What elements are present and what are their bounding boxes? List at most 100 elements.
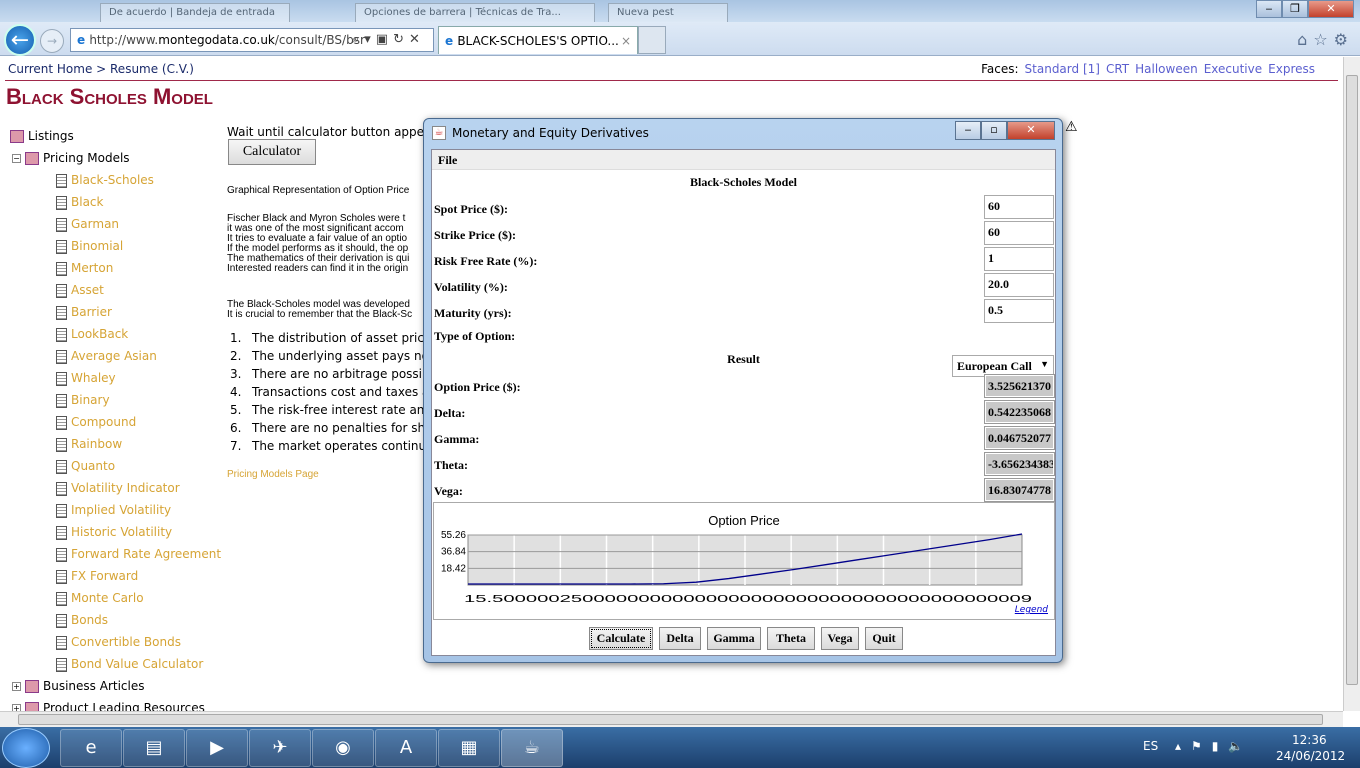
tree-item[interactable]: LookBack — [56, 325, 128, 343]
tree-item[interactable]: Implied Volatility — [56, 501, 171, 519]
tree-item[interactable]: Volatility Indicator — [56, 479, 180, 497]
tree-link: Average Asian — [71, 349, 157, 363]
document-icon — [56, 591, 67, 606]
language-indicator[interactable]: ES — [1143, 739, 1158, 753]
horizontal-scrollbar[interactable] — [0, 711, 1343, 727]
ie-icon: e — [445, 34, 458, 48]
face-halloween[interactable]: Halloween — [1135, 62, 1198, 76]
warning-icon: ⚠ — [1065, 119, 1078, 135]
tree-label: Business Articles — [43, 679, 145, 693]
tree-item[interactable]: Binary — [56, 391, 110, 409]
tree-link: LookBack — [71, 327, 129, 341]
tree-item[interactable]: Merton — [56, 259, 113, 277]
close-button[interactable]: ✕ — [1308, 0, 1354, 18]
button-quit[interactable]: Quit — [865, 627, 903, 650]
field-input[interactable]: 0.5 — [984, 299, 1054, 323]
forward-button[interactable]: → — [40, 29, 64, 53]
tree-item[interactable]: Whaley — [56, 369, 116, 387]
tree-item[interactable]: Convertible Bonds — [56, 633, 181, 651]
tree-item[interactable]: Historic Volatility — [56, 523, 172, 541]
toolbar-icons[interactable]: ⌂☆⚙ — [1297, 30, 1354, 49]
tree-item[interactable]: Garman — [56, 215, 119, 233]
tree-item[interactable]: Average Asian — [56, 347, 157, 365]
minimize-button[interactable]: ‒ — [1256, 0, 1282, 18]
tree-item[interactable]: Rainbow — [56, 435, 122, 453]
button-vega[interactable]: Vega — [821, 627, 859, 650]
tray-icons[interactable]: ▴⚑▮🔈 — [1175, 739, 1255, 753]
tree-item[interactable]: Monte Carlo — [56, 589, 144, 607]
calculator-button[interactable]: Calculator — [228, 139, 316, 165]
list-item: 5. The risk-free interest rate and — [227, 403, 427, 417]
pricing-models-link[interactable]: Pricing Models Page — [227, 469, 319, 480]
ie-taskbar-icon[interactable]: e — [60, 729, 122, 767]
tree-link: Merton — [71, 261, 114, 275]
vertical-scrollbar[interactable] — [1343, 57, 1360, 711]
clock-time[interactable]: 12:36 — [1292, 733, 1327, 747]
field-input[interactable]: 1 — [984, 247, 1054, 271]
field-input[interactable]: 60 — [984, 221, 1054, 245]
close-button[interactable]: ✕ — [1007, 121, 1055, 140]
tree-item[interactable]: FX Forward — [56, 567, 138, 585]
pinned-tab[interactable]: De acuerdo | Bandeja de entrada — [100, 3, 290, 22]
tree-item[interactable]: Quanto — [56, 457, 115, 475]
address-actions-icon[interactable]: ⌕▾▣↻✕ — [352, 32, 425, 47]
calculator-taskbar-icon[interactable]: ▦ — [438, 729, 500, 767]
menu-file[interactable]: File — [432, 150, 1055, 170]
face-executive[interactable]: Executive — [1204, 62, 1262, 76]
pinned-tab[interactable]: Nueva pest — [608, 3, 728, 22]
tree-item[interactable]: Bond Value Calculator — [56, 655, 203, 673]
tree-item[interactable]: Bonds — [56, 611, 108, 629]
tree-item[interactable]: Black — [56, 193, 103, 211]
back-button[interactable]: ← — [4, 24, 36, 56]
faces-links: Faces: Standard [1] CRT Halloween Executive E… — [981, 62, 1315, 76]
result-value: 0.542235068 — [984, 400, 1055, 424]
tree-link: FX Forward — [71, 569, 139, 583]
new-tab-button[interactable] — [638, 26, 666, 54]
tree-link: Implied Volatility — [71, 503, 172, 517]
start-button[interactable] — [2, 728, 50, 768]
face-crt[interactable]: CRT — [1106, 62, 1129, 76]
firefox-taskbar-icon[interactable]: ◉ — [312, 729, 374, 767]
legend-link[interactable]: Legend — [1015, 605, 1048, 615]
tree-item[interactable]: Compound — [56, 413, 136, 431]
explorer-taskbar-icon[interactable]: ▤ — [123, 729, 185, 767]
tree-item[interactable]: Forward Rate Agreement — [56, 545, 221, 563]
java-icon: ☕ — [432, 126, 446, 140]
result-value: 0.046752077 — [984, 426, 1055, 450]
tree-root[interactable]: Listings — [10, 127, 74, 145]
field-input[interactable]: 20.0 — [984, 273, 1054, 297]
tree-group-pricing-models[interactable]: − Pricing Models — [12, 149, 130, 167]
pinned-tab[interactable]: Opciones de barrera | Técnicas de Tra... — [355, 3, 595, 22]
face-standard[interactable]: Standard [1] — [1025, 62, 1100, 76]
media-taskbar-icon[interactable]: ▶ — [186, 729, 248, 767]
tree-group[interactable]: + Product Leading Resources — [12, 699, 205, 711]
field-label: Maturity (yrs): — [434, 306, 512, 320]
button-gamma[interactable]: Gamma — [707, 627, 761, 650]
breadcrumb[interactable]: Current Home > Resume (C.V.) — [8, 62, 194, 76]
tree-item[interactable]: Asset — [56, 281, 104, 299]
maximize-button[interactable]: ❐ — [1282, 0, 1308, 18]
face-express[interactable]: Express — [1268, 62, 1315, 76]
result-value: 3.525621370 — [984, 374, 1055, 398]
tree-item[interactable]: Barrier — [56, 303, 112, 321]
browser-tab[interactable]: e BLACK-SCHOLES'S OPTIO... × — [438, 26, 638, 54]
tab-close-icon[interactable]: × — [621, 34, 631, 48]
button-calculate[interactable]: Calculate — [589, 627, 653, 650]
tree-item[interactable]: Black-Scholes — [56, 171, 154, 189]
document-icon — [56, 481, 67, 496]
button-theta[interactable]: Theta — [767, 627, 815, 650]
list-number: 2. — [230, 349, 242, 363]
list-number: 7. — [230, 439, 242, 453]
divider — [5, 80, 1338, 81]
acrobat-taskbar-icon[interactable]: A — [375, 729, 437, 767]
minimize-button[interactable]: ‒ — [955, 121, 981, 140]
button-delta[interactable]: Delta — [659, 627, 701, 650]
tree-item[interactable]: Binomial — [56, 237, 123, 255]
tree-group[interactable]: + Business Articles — [12, 677, 144, 695]
java-taskbar-icon[interactable]: ☕ — [501, 729, 563, 767]
clock-date[interactable]: 24/06/2012 — [1276, 749, 1345, 763]
field-input[interactable]: 60 — [984, 195, 1054, 219]
maximize-button[interactable]: ▫ — [981, 121, 1007, 140]
model-heading: Black-Scholes Model — [690, 175, 797, 189]
app-taskbar-icon[interactable]: ✈ — [249, 729, 311, 767]
